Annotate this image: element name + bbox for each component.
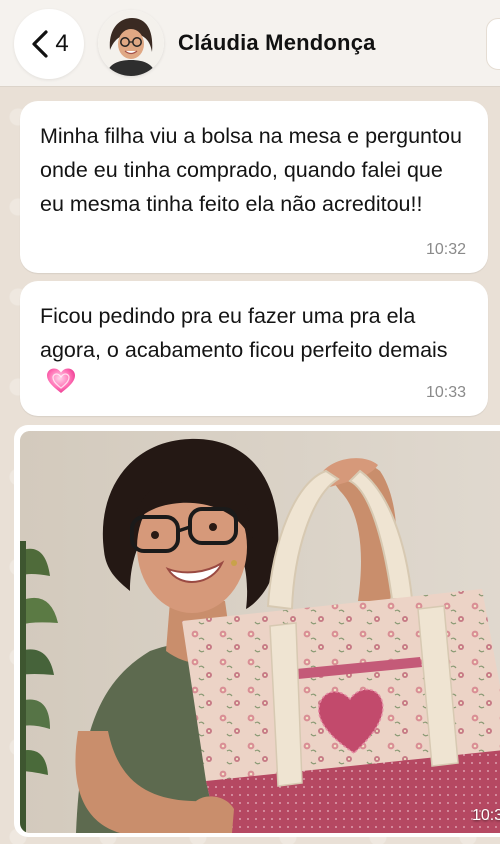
- message-time: 10:32: [425, 241, 466, 258]
- avatar[interactable]: [98, 10, 164, 76]
- message-bubble[interactable]: Minha filha viu a bolsa na mesa e pergun…: [20, 101, 488, 273]
- message-text: Ficou pedindo pra eu fazer uma pra ela a…: [40, 304, 448, 362]
- message-text-wrap: Ficou pedindo pra eu fazer uma pra ela a…: [40, 299, 470, 405]
- photo-time: 10:33: [471, 807, 500, 824]
- photo-woman-holding-tote-bag[interactable]: 10:33: [20, 431, 500, 833]
- sparkling-heart-icon: [46, 367, 76, 405]
- chevron-left-icon: [32, 30, 48, 58]
- back-button[interactable]: 4: [14, 9, 84, 79]
- message-text: Minha filha viu a bolsa na mesa e pergun…: [40, 124, 462, 216]
- avatar-image: [98, 10, 164, 76]
- photo-message[interactable]: 10:33: [14, 425, 500, 837]
- message-bubble[interactable]: Ficou pedindo pra eu fazer uma pra ela a…: [20, 281, 488, 416]
- message-time: 10:33: [425, 384, 466, 401]
- contact-name[interactable]: Cláudia Mendonça: [178, 30, 376, 56]
- header-action-edge[interactable]: [486, 18, 500, 70]
- unread-count: 4: [55, 30, 69, 57]
- chat-header: 4 Cláudia Mendonça: [0, 0, 500, 87]
